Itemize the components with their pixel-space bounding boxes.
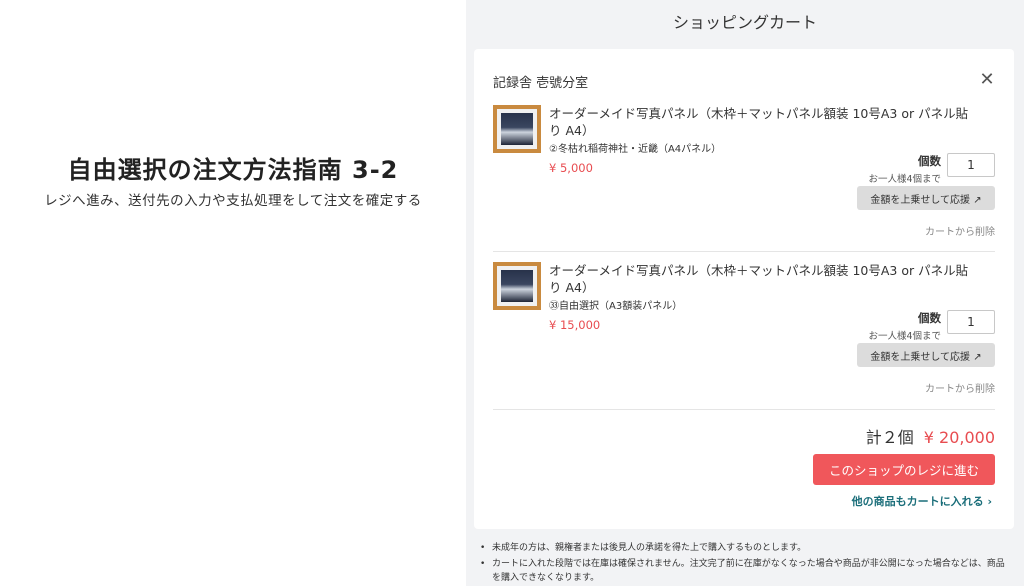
divider <box>493 409 995 410</box>
item-price: ¥ 5,000 <box>549 161 593 175</box>
continue-shopping-link[interactable]: 他の商品もカートに入れる › <box>852 493 992 509</box>
quantity-label: 個数 <box>918 311 941 325</box>
note-item: 未成年の方は、親権者または後見人の承諾を得た上で購入するものとします。 <box>480 541 1010 555</box>
close-icon[interactable]: ✕ <box>976 69 998 91</box>
shop-name: 記録舎 壱號分室 <box>493 76 589 91</box>
item-thumbnail[interactable] <box>493 262 541 310</box>
quantity-input[interactable] <box>947 153 995 177</box>
item-variant: ②冬枯れ稲荷神社・近畿（A4パネル） <box>549 144 722 155</box>
quantity-limit: お一人様4個まで <box>868 174 941 185</box>
intro-subtitle: レジへ進み、送付先の入力や支払処理をして注文を確定する <box>44 193 422 209</box>
cart-card: 記録舎 壱號分室 ✕ オーダーメイド写真パネル（木枠＋マットパネル額装 10号A… <box>474 49 1014 529</box>
item-variant: ㉝自由選択（A3額装パネル） <box>549 301 683 312</box>
checkout-button[interactable]: このショップのレジに進む <box>813 454 995 485</box>
boost-amount-button[interactable]: 金額を上乗せして応援 ↗ <box>857 186 995 210</box>
total-price: ¥ 20,000 <box>923 428 995 447</box>
remove-from-cart-link[interactable]: カートから削除 <box>925 223 995 238</box>
item-thumbnail[interactable] <box>493 105 541 153</box>
quantity-input[interactable] <box>947 310 995 334</box>
quantity-label: 個数 <box>918 154 941 168</box>
total-count: 計２個 <box>865 428 914 447</box>
remove-from-cart-link[interactable]: カートから削除 <box>925 380 995 395</box>
note-item: カートに入れた段階では在庫は確保されません。注文完了前に在庫がなくなった場合や商… <box>480 557 1010 585</box>
intro-headline: 自由選択の注文方法指南 3-2 <box>67 156 399 184</box>
quantity-limit: お一人様4個まで <box>868 331 941 342</box>
cart-total: 計２個 ¥ 20,000 <box>866 424 995 448</box>
item-name[interactable]: オーダーメイド写真パネル（木枠＋マットパネル額装 10号A3 or パネル貼り … <box>549 105 979 139</box>
item-name[interactable]: オーダーメイド写真パネル（木枠＋マットパネル額装 10号A3 or パネル貼り … <box>549 262 979 296</box>
intro-panel: 自由選択の注文方法指南 3-2 レジへ進み、送付先の入力や支払処理をして注文を確… <box>0 0 466 586</box>
cart-notes: 未成年の方は、親権者または後見人の承諾を得た上で購入するものとします。 カートに… <box>480 541 1010 586</box>
cart-panel: ショッピングカート 記録舎 壱號分室 ✕ オーダーメイド写真パネル（木枠＋マット… <box>466 0 1024 586</box>
boost-amount-button[interactable]: 金額を上乗せして応援 ↗ <box>857 343 995 367</box>
divider <box>493 251 995 252</box>
cart-title: ショッピングカート <box>672 13 817 32</box>
item-price: ¥ 15,000 <box>549 318 601 332</box>
